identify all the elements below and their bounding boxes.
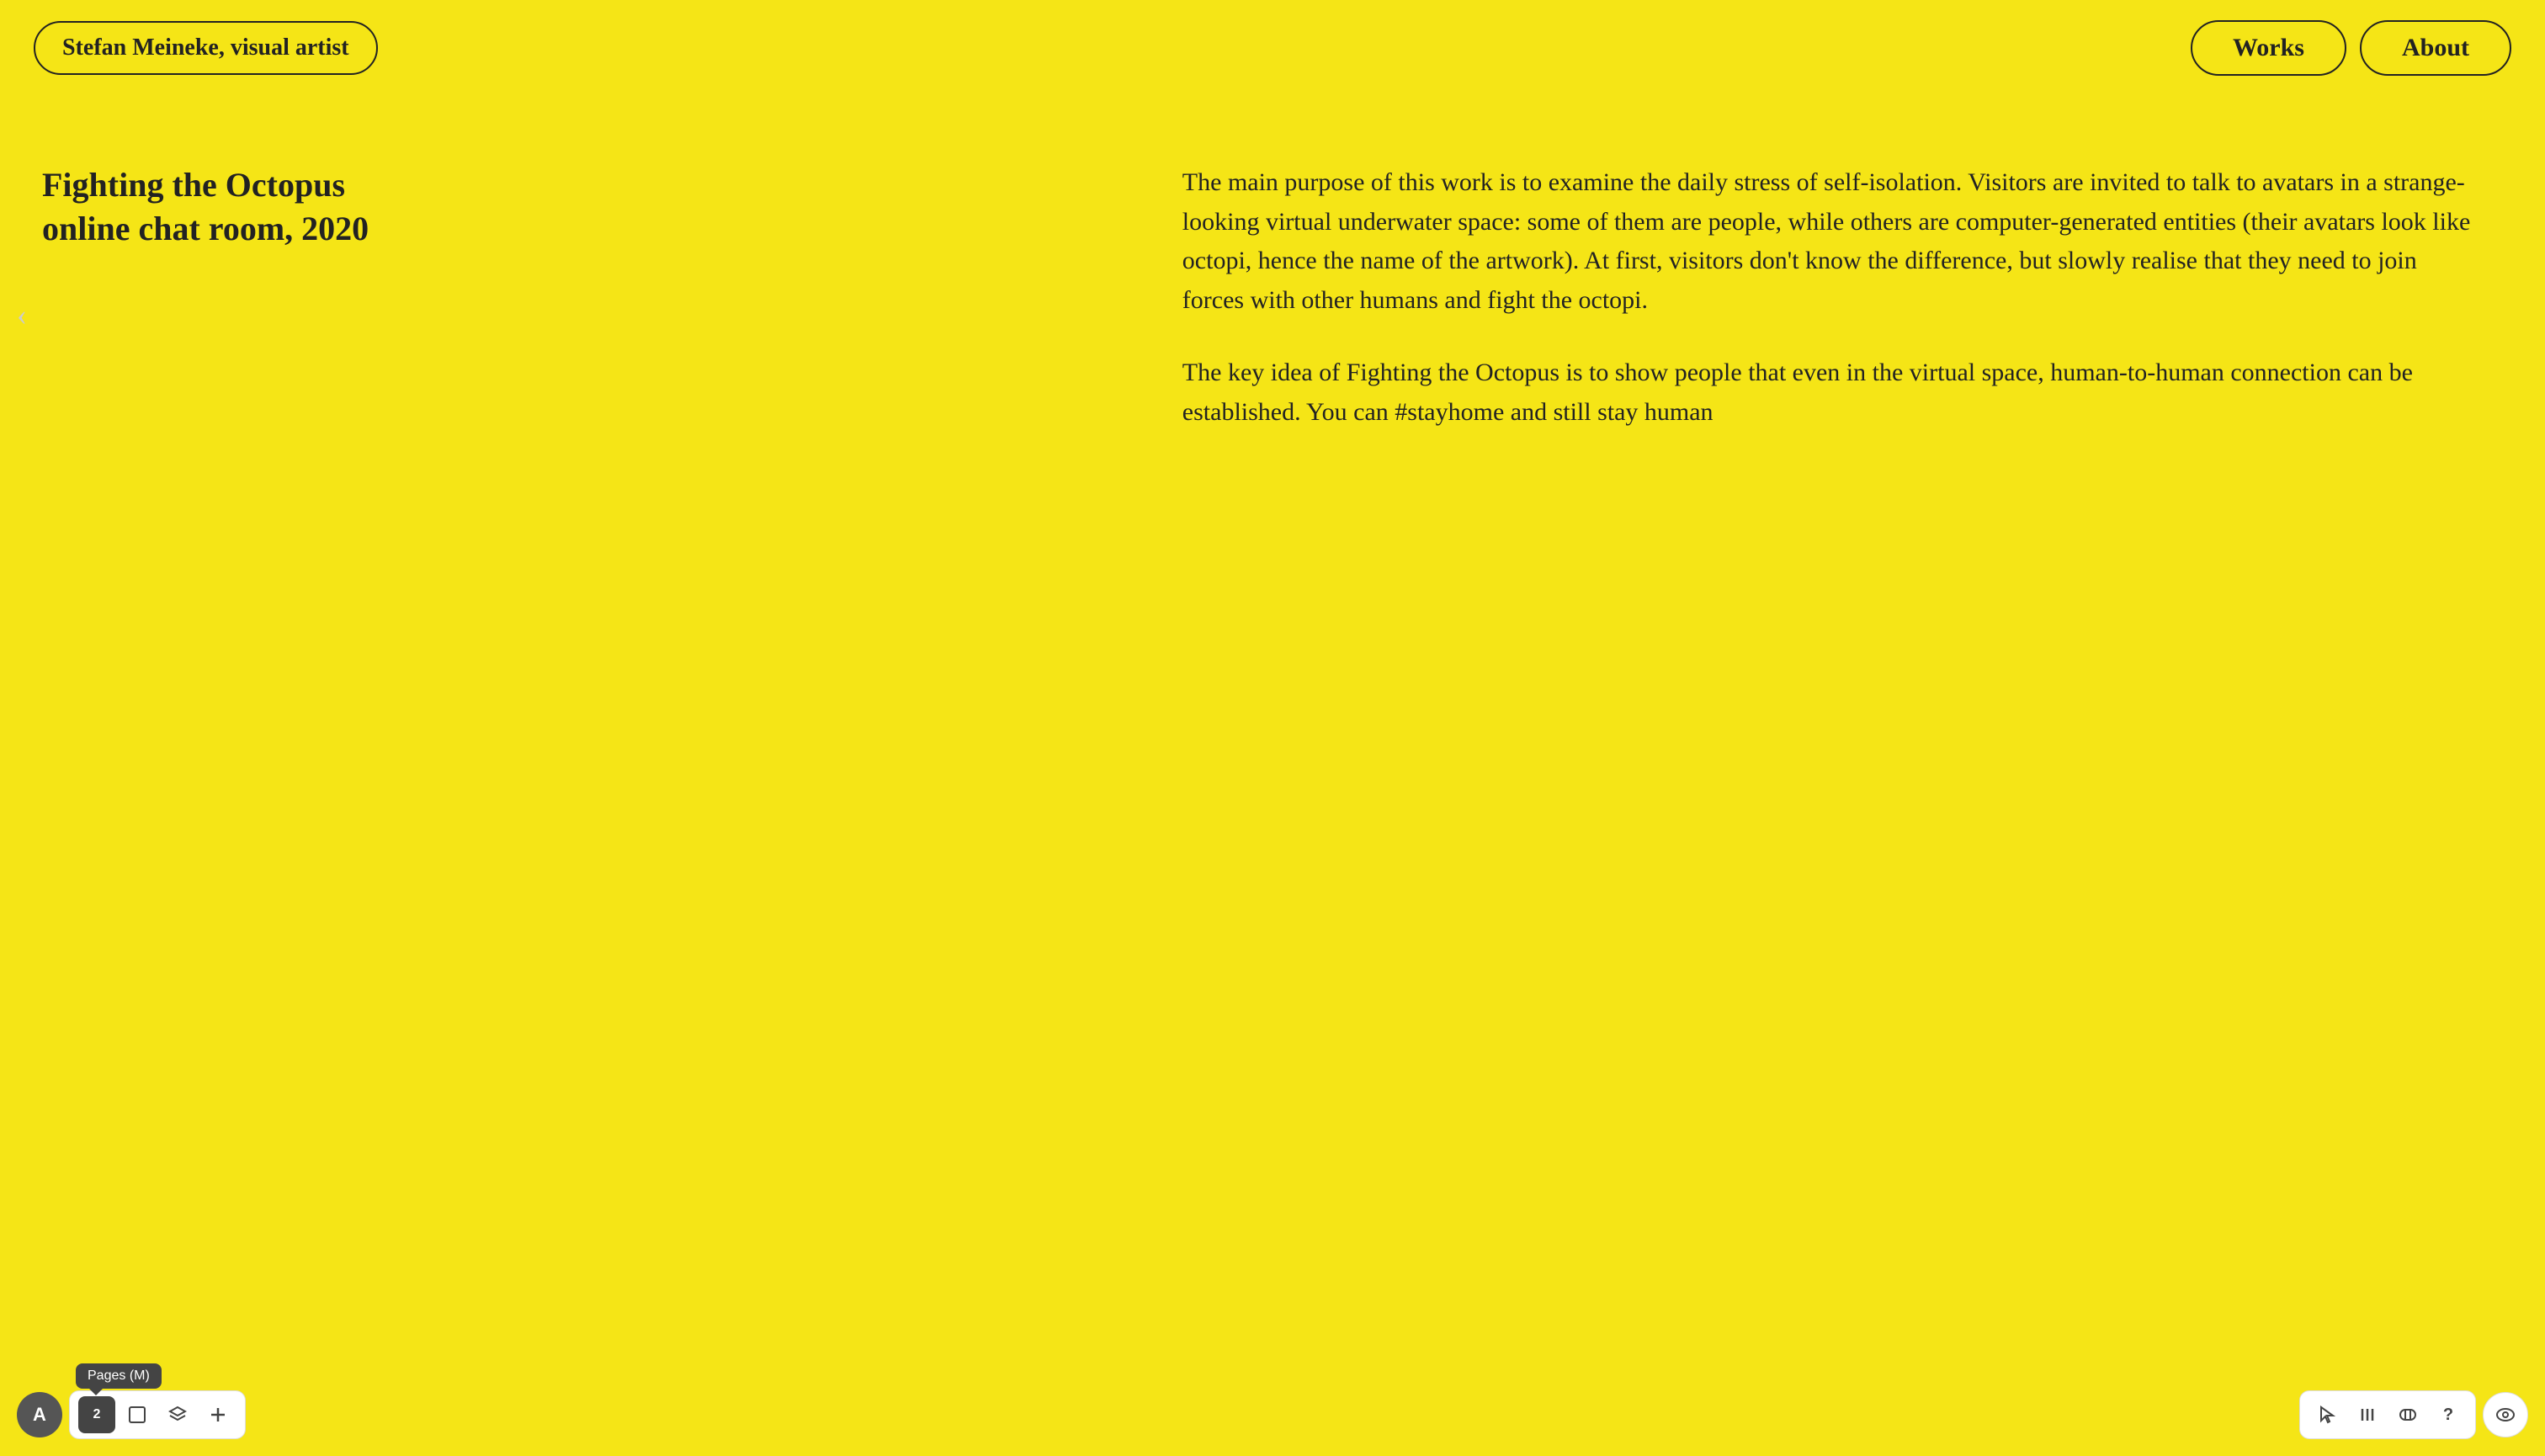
question-icon: ? (2443, 1406, 2453, 1425)
layout-icon (2399, 1406, 2417, 1424)
eye-button[interactable] (2483, 1392, 2528, 1437)
pages-tooltip: Pages (M) (76, 1363, 162, 1389)
cursor-icon (2318, 1406, 2336, 1424)
avatar-button[interactable]: A (17, 1392, 62, 1437)
description-paragraph-2: The key idea of Fighting the Octopus is … (1182, 353, 2471, 432)
bottom-toolbar-left: Pages (M) A 2 (17, 1390, 246, 1439)
left-column: ‹ Fighting the Octopus online chat room,… (34, 163, 1149, 465)
plus-icon (209, 1406, 227, 1424)
header: Stefan Meineke, visual artist Works Abou… (0, 0, 2545, 96)
vertical-lines-icon (2358, 1406, 2377, 1424)
bottom-toolbar-right: ? (2299, 1390, 2528, 1439)
eye-icon (2495, 1404, 2516, 1426)
works-nav-button[interactable]: Works (2191, 20, 2346, 76)
layers-icon (168, 1406, 187, 1424)
layout-button[interactable] (2389, 1396, 2426, 1433)
pages-button[interactable]: 2 (78, 1396, 115, 1433)
frame-icon (128, 1406, 146, 1424)
site-title-button[interactable]: Stefan Meineke, visual artist (34, 21, 378, 75)
artwork-title: Fighting the Octopus online chat room, 2… (42, 163, 1149, 251)
description-paragraph-1: The main purpose of this work is to exam… (1182, 163, 2471, 320)
prev-arrow[interactable]: ‹ (17, 297, 27, 332)
right-column: The main purpose of this work is to exam… (1182, 163, 2471, 465)
cursor-button[interactable] (2309, 1396, 2346, 1433)
vertical-lines-button[interactable] (2349, 1396, 2386, 1433)
add-button[interactable] (199, 1396, 236, 1433)
toolbar-icon-group-left: 2 (69, 1390, 246, 1439)
frame-button[interactable] (119, 1396, 156, 1433)
help-button[interactable]: ? (2430, 1396, 2467, 1433)
toolbar-icon-group-right: ? (2299, 1390, 2476, 1439)
layers-button[interactable] (159, 1396, 196, 1433)
nav-buttons: Works About (2191, 20, 2511, 76)
about-nav-button[interactable]: About (2360, 20, 2511, 76)
main-content: ‹ Fighting the Octopus online chat room,… (0, 96, 2545, 499)
